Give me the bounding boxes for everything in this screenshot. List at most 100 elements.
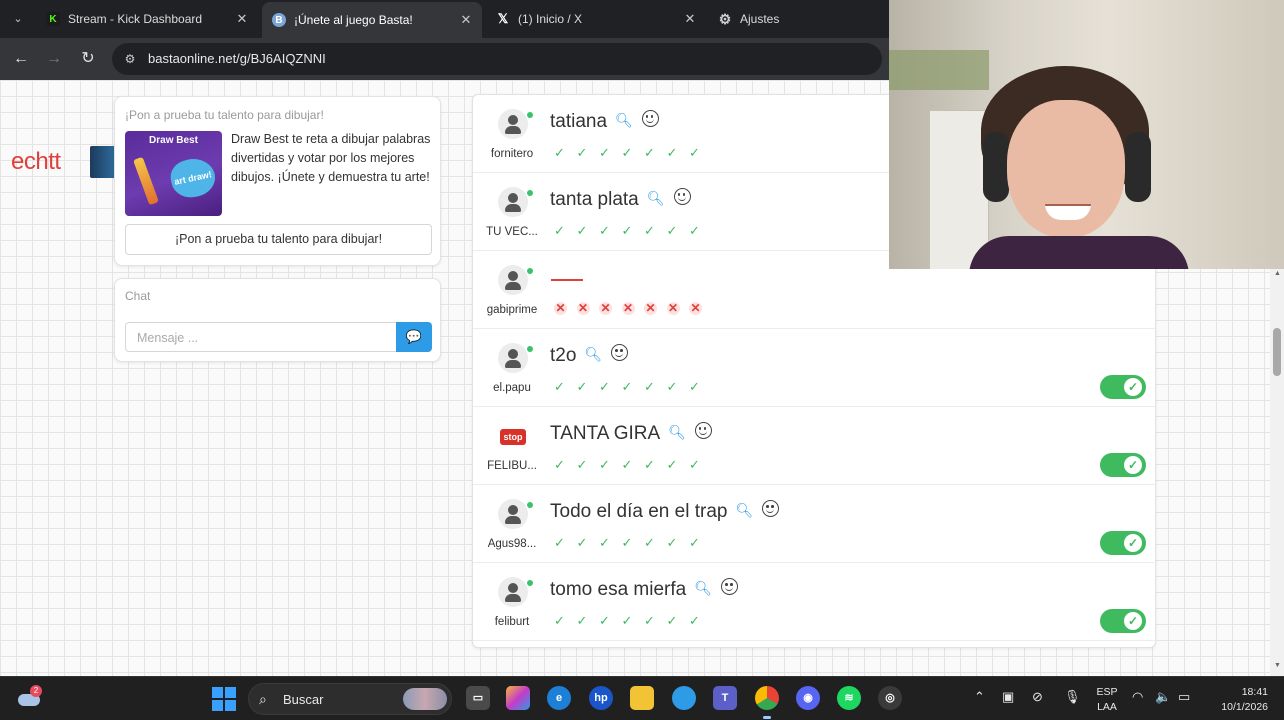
accept-toggle[interactable]: ✓ — [1100, 375, 1146, 399]
checkmark-icon: ✓ — [599, 145, 610, 160]
tray-overflow-chevron-icon[interactable]: ⌃ — [974, 689, 985, 705]
scrollbar-thumb[interactable] — [1273, 328, 1281, 376]
back-arrow-icon[interactable]: ← — [10, 48, 32, 70]
spotify-icon[interactable]: ≋ — [837, 686, 861, 710]
tab-search-chevron-icon[interactable]: ⌄ — [8, 9, 28, 29]
site-info-icon[interactable]: ⚙ — [122, 51, 138, 67]
omnibox[interactable]: ⚙ bastaonline.net/g/BJ6AIQZNNI — [112, 43, 882, 75]
copilot-icon[interactable] — [506, 686, 530, 710]
player-answer: tatiana 🔍︎ — [550, 110, 659, 133]
taskbar-search[interactable]: ⌕ Buscar — [248, 683, 452, 715]
checkmark-icon: ✓ — [644, 535, 655, 550]
discord-icon[interactable]: ◉ — [796, 686, 820, 710]
tab-x-inicio[interactable]: 𝕏 (1) Inicio / X ✕ — [486, 4, 706, 34]
checkmark-icon: ✓ — [689, 613, 700, 628]
cross-glyph: ✕ — [689, 301, 702, 315]
cross-icon: ✕ — [554, 301, 577, 315]
start-button[interactable] — [212, 687, 236, 711]
add-reaction-icon[interactable] — [611, 344, 629, 361]
player-answer: Todo el día en el trap 🔍︎ — [550, 500, 780, 523]
weather-widget[interactable]: 2 — [16, 685, 44, 711]
tab-ajustes[interactable]: ⚙ Ajustes — [708, 4, 888, 34]
promo-button[interactable]: ¡Pon a prueba tu talento para dibujar! — [125, 224, 432, 255]
clock-date: 10/1/2026 — [1221, 701, 1268, 713]
edge-icon[interactable]: e — [547, 686, 571, 710]
windows-logo-tile — [225, 687, 236, 698]
user-icon — [498, 577, 528, 607]
player-name: el.papu — [493, 382, 531, 394]
battery-icon[interactable]: ▭ — [1178, 689, 1190, 705]
microphone-icon[interactable]: 🎙 — [1064, 689, 1081, 705]
tray-app-icon[interactable]: ▣ — [1002, 689, 1014, 705]
checkmark-icon: ✓ — [666, 535, 678, 550]
accept-toggle[interactable]: ✓ — [1100, 609, 1146, 633]
tray-muted-icon[interactable]: ⊘ — [1032, 689, 1043, 705]
checkmark-icon: ✓ — [644, 457, 655, 472]
search-icon[interactable]: 🔍︎ — [735, 502, 753, 519]
chat-message-input[interactable]: Mensaje ... — [125, 322, 396, 352]
close-icon[interactable]: ✕ — [682, 11, 698, 27]
search-icon[interactable]: 🔍︎ — [647, 190, 665, 207]
teams-icon[interactable]: T — [713, 686, 737, 710]
accept-toggle[interactable]: ✓ — [1100, 453, 1146, 477]
add-reaction-icon[interactable] — [694, 422, 712, 439]
tab-kick-dashboard[interactable]: K Stream - Kick Dashboard ✕ — [36, 4, 258, 34]
player-answer: TANTA GIRA 🔍︎ — [550, 422, 712, 445]
store-globe-icon[interactable] — [672, 686, 696, 710]
user-icon — [498, 499, 528, 529]
add-reaction-icon[interactable] — [721, 578, 739, 595]
chat-label: Chat — [125, 289, 151, 303]
search-icon[interactable]: 🔍︎ — [694, 580, 712, 597]
checkmark-icon: ✓ — [666, 457, 678, 472]
checkmark-icon: ✓ — [689, 535, 700, 550]
online-status-dot — [527, 112, 533, 118]
add-reaction-icon[interactable] — [641, 110, 659, 127]
search-icon[interactable]: 🔍︎ — [668, 424, 686, 441]
player-name: feliburt — [494, 616, 530, 628]
system-clock[interactable]: 18:41 10/1/2026 — [1206, 685, 1268, 715]
hp-icon[interactable]: hp — [589, 686, 613, 710]
chat-send-button[interactable]: 💬 — [396, 322, 432, 352]
headphones-left — [983, 132, 1009, 202]
close-icon[interactable]: ✕ — [234, 11, 250, 27]
obs-icon[interactable]: ◎ — [878, 686, 902, 710]
avatar-head — [508, 349, 518, 359]
search-icon[interactable]: 🔍︎ — [584, 346, 602, 363]
scroll-down-icon[interactable]: ▼ — [1274, 662, 1281, 669]
chrome-icon[interactable] — [755, 686, 779, 719]
search-icon[interactable]: 🔍︎ — [615, 112, 633, 129]
file-explorer-icon[interactable] — [630, 686, 654, 710]
checkmark-icon: ✓ — [576, 223, 588, 238]
add-reaction-icon[interactable] — [673, 188, 691, 205]
reload-icon[interactable]: ↻ — [77, 48, 99, 70]
accept-toggle[interactable]: ✓ — [1100, 531, 1146, 555]
url-text[interactable]: bastaonline.net/g/BJ6AIQZNNI — [148, 51, 326, 66]
checkmark-icon: ✓ — [644, 613, 655, 628]
checkmark-icon: ✓ — [621, 223, 633, 238]
promo-image-burst: art draw! — [167, 154, 219, 202]
widget-badge: 2 — [30, 685, 42, 697]
close-icon[interactable]: ✕ — [458, 12, 474, 28]
wifi-icon[interactable]: ◠ — [1132, 689, 1143, 705]
tab-basta[interactable]: B ¡Únete al juego Basta! ✕ — [262, 2, 482, 38]
user-star-icon — [498, 343, 528, 373]
brush-icon — [133, 156, 159, 206]
checkmark-icon: ✓ — [666, 379, 678, 394]
vote-marks: ✓ ✓ ✓ ✓ ✓ ✓ ✓ — [554, 457, 712, 472]
task-view-icon[interactable]: ▭ — [466, 686, 490, 710]
promo-image[interactable]: Draw Best art draw! — [125, 131, 222, 216]
vote-marks: ✓ ✓ ✓ ✓ ✓ ✓ ✓ — [554, 613, 712, 628]
stop-sign-icon: stop — [498, 421, 528, 451]
forward-arrow-icon[interactable]: → — [43, 48, 65, 70]
add-reaction-icon[interactable] — [762, 500, 780, 517]
avatar-body — [505, 594, 521, 602]
language-indicator[interactable]: ESP LAA — [1094, 685, 1120, 715]
volume-icon[interactable]: 🔈 — [1155, 689, 1171, 705]
scroll-up-icon[interactable]: ▲ — [1274, 270, 1281, 277]
windows-taskbar: 2 ⌕ Buscar ▭ e hp T ◉ ≋ ◎ ⌃ ▣ ⊘ 🎙 ESP LA… — [0, 676, 1284, 720]
cross-glyph: ✕ — [621, 301, 635, 315]
avatar-body — [505, 204, 521, 212]
cross-icon: ✕ — [689, 301, 712, 315]
checkmark-icon: ✓ — [576, 145, 588, 160]
vote-marks: ✓ ✓ ✓ ✓ ✓ ✓ ✓ — [554, 379, 712, 394]
